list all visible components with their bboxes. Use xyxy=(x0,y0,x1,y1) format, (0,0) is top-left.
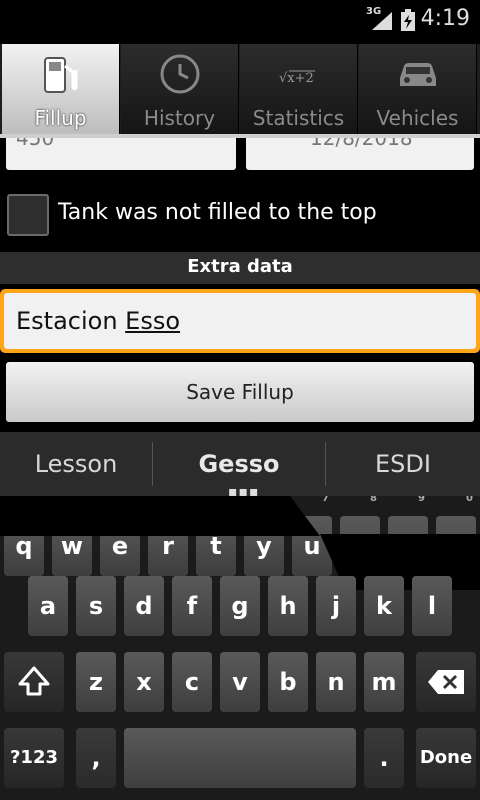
save-fillup-button[interactable]: Save Fillup xyxy=(6,362,474,422)
save-fillup-label: Save Fillup xyxy=(186,380,294,404)
key-l[interactable]: l xyxy=(412,576,452,636)
battery-icon xyxy=(401,9,415,31)
tank-not-full-checkbox[interactable] xyxy=(7,194,49,236)
comma-key[interactable]: , xyxy=(76,728,116,788)
odometer-field[interactable]: 450 xyxy=(6,138,236,170)
key-n[interactable]: n xyxy=(316,652,356,712)
extra-data-input[interactable]: Estacion Esso xyxy=(0,289,480,353)
extra-data-header: Extra data xyxy=(0,252,480,284)
tab-history[interactable]: History xyxy=(121,44,239,134)
clock-icon xyxy=(160,54,200,94)
key-k[interactable]: k xyxy=(364,576,404,636)
date-value: 12/8/2018 xyxy=(310,138,413,150)
key-a[interactable]: a xyxy=(28,576,68,636)
tab-vehicles[interactable]: Vehicles xyxy=(359,44,477,134)
key-z[interactable]: z xyxy=(76,652,116,712)
period-key[interactable]: . xyxy=(364,728,404,788)
signal-icon xyxy=(372,12,392,30)
symbols-key[interactable]: ?123 xyxy=(4,728,64,788)
key-g[interactable]: g xyxy=(220,576,260,636)
fuel-pump-icon xyxy=(44,57,78,93)
key-c[interactable]: c xyxy=(172,652,212,712)
tank-not-full-label: Tank was not filled to the top xyxy=(58,200,377,225)
extra-data-value: Estacion Esso xyxy=(16,307,181,335)
shift-key[interactable] xyxy=(4,652,64,712)
tab-statistics[interactable]: √x+2 Statistics xyxy=(240,44,358,134)
key-d[interactable]: d xyxy=(124,576,164,636)
key-x[interactable]: x xyxy=(124,652,164,712)
formula-icon: √x+2 xyxy=(279,70,315,86)
suggestion-right[interactable]: ESDI xyxy=(326,432,480,496)
tab-label: History xyxy=(143,106,216,130)
extra-data-title: Extra data xyxy=(187,256,293,277)
tab-label: Fillup xyxy=(34,106,87,130)
date-field[interactable]: 12/8/2018 xyxy=(246,138,474,170)
clock-time: 4:19 xyxy=(420,6,470,31)
key-v[interactable]: v xyxy=(220,652,260,712)
space-key[interactable] xyxy=(124,728,356,788)
key-h[interactable]: h xyxy=(268,576,308,636)
suggestion-left[interactable]: Lesson xyxy=(0,432,152,496)
key-b[interactable]: b xyxy=(268,652,308,712)
tab-label: Vehicles xyxy=(376,106,459,130)
done-key[interactable]: Done xyxy=(416,728,476,788)
tab-fillup[interactable]: Fillup xyxy=(2,44,120,134)
shift-icon xyxy=(18,666,50,696)
car-icon xyxy=(400,63,436,86)
tab-bar: Fillup History √x+2 Statistics Vehicles xyxy=(0,44,480,138)
key-s[interactable]: s xyxy=(76,576,116,636)
composing-word: Esso xyxy=(125,307,181,335)
tab-label: Statistics xyxy=(252,106,345,130)
key-m[interactable]: m xyxy=(364,652,404,712)
key-j[interactable]: j xyxy=(316,576,356,636)
key-f[interactable]: f xyxy=(172,576,212,636)
odometer-value: 450 xyxy=(16,138,55,150)
backspace-icon xyxy=(428,670,464,694)
soft-keyboard: q w e r t y 7u 8i 9o 0p a s d f g h j k … xyxy=(0,496,480,800)
svg-text:√x+2: √x+2 xyxy=(279,71,314,86)
backspace-key[interactable] xyxy=(416,652,476,712)
status-bar: 3G 4:19 xyxy=(0,0,480,38)
